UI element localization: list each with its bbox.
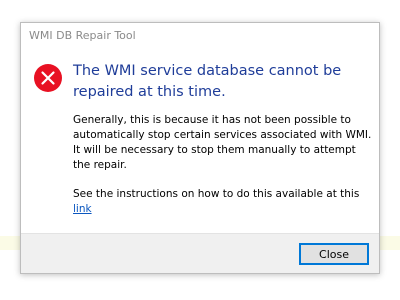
dialog-footer: Close <box>21 233 379 273</box>
error-details: Generally, this is because it has not be… <box>73 113 373 231</box>
dialog-content: The WMI service database cannot be repai… <box>21 49 379 233</box>
window-title: WMI DB Repair Tool <box>29 29 136 42</box>
close-button[interactable]: Close <box>299 243 369 265</box>
instructions-text: See the instructions on how to do this a… <box>73 188 360 200</box>
message-dialog: WMI DB Repair Tool The WMI service datab… <box>20 22 380 274</box>
details-paragraph: Generally, this is because it has not be… <box>73 114 372 171</box>
error-icon <box>34 64 62 92</box>
instructions-paragraph: See the instructions on how to do this a… <box>73 187 373 217</box>
instructions-link[interactable]: link <box>73 203 92 215</box>
error-headline: The WMI service database cannot be repai… <box>73 63 342 100</box>
